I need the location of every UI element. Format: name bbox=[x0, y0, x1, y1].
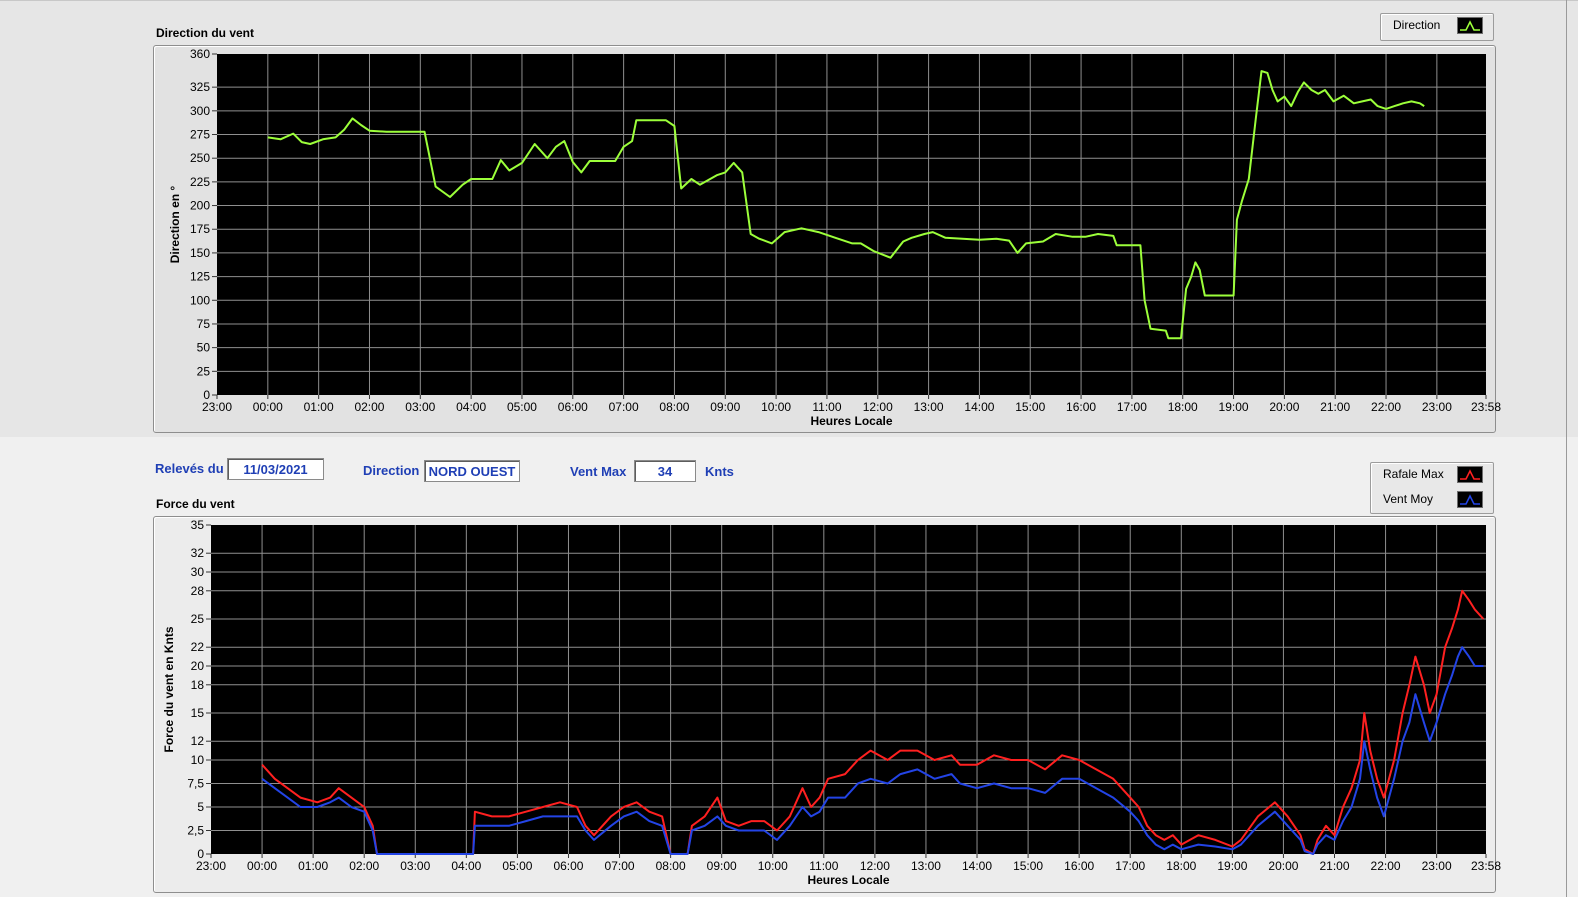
force-y-tick-label: 20 bbox=[191, 659, 205, 673]
force-x-tick-label: 07:00 bbox=[605, 859, 635, 873]
force-y-tick-label: 10 bbox=[191, 753, 205, 767]
force-y-tick-label: 2,5 bbox=[187, 824, 204, 838]
force-y-tick-label: 12 bbox=[191, 734, 205, 748]
force-y-tick-label: 22 bbox=[191, 640, 205, 654]
force-y-tick-label: 28 bbox=[191, 584, 205, 598]
force-y-tick-label: 15 bbox=[191, 706, 205, 720]
force-y-axis-label: Force du vent en Knts bbox=[162, 626, 176, 752]
force-y-tick-label: 0 bbox=[197, 847, 204, 861]
force-x-tick-label: 01:00 bbox=[298, 859, 328, 873]
force-x-tick-label: 00:00 bbox=[247, 859, 277, 873]
force-y-tick-label: 18 bbox=[191, 678, 205, 692]
force-x-tick-label: 23:00 bbox=[196, 859, 226, 873]
force-x-tick-label: 05:00 bbox=[502, 859, 532, 873]
force-x-tick-label: 02:00 bbox=[349, 859, 379, 873]
force-x-tick-label: 13:00 bbox=[911, 859, 941, 873]
force-x-axis-label: Heures Locale bbox=[807, 873, 889, 887]
force-x-tick-label: 03:00 bbox=[400, 859, 430, 873]
force-x-tick-label: 04:00 bbox=[451, 859, 481, 873]
force-x-tick-label: 17:00 bbox=[1115, 859, 1145, 873]
force-x-tick-label: 20:00 bbox=[1268, 859, 1298, 873]
force-chart: 23:00 00:00 01:00 02:00 03:00 04:00 05:00 06:00… bbox=[162, 518, 1501, 887]
force-x-tick-label: 06:00 bbox=[553, 859, 583, 873]
force-x-tick-label: 08:00 bbox=[656, 859, 686, 873]
force-y-tick-label: 35 bbox=[191, 518, 205, 532]
force-x-tick-label: 09:00 bbox=[707, 859, 737, 873]
force-y-tick-label: 7,5 bbox=[187, 777, 204, 791]
force-y-tick-label: 30 bbox=[191, 565, 205, 579]
force-x-tick-label: 18:00 bbox=[1166, 859, 1196, 873]
force-x-tick-label: 19:00 bbox=[1217, 859, 1247, 873]
force-x-tick-label: 23:58 bbox=[1471, 859, 1501, 873]
force-y-tick-label: 25 bbox=[191, 612, 205, 626]
force-x-tick-label: 23:00 bbox=[1422, 859, 1452, 873]
force-x-tick-label: 15:00 bbox=[1013, 859, 1043, 873]
force-x-tick-label: 14:00 bbox=[962, 859, 992, 873]
force-x-tick-label: 16:00 bbox=[1064, 859, 1094, 873]
force-x-tick-label: 12:00 bbox=[860, 859, 890, 873]
force-x-tick-label: 22:00 bbox=[1371, 859, 1401, 873]
force-plot-area bbox=[211, 525, 1486, 854]
force-x-tick-label: 11:00 bbox=[809, 859, 838, 873]
force-x-tick-label: 10:00 bbox=[758, 859, 788, 873]
force-y-tick-label: 32 bbox=[191, 546, 205, 560]
force-y-tick-label: 5 bbox=[197, 800, 204, 814]
force-x-tick-label: 21:00 bbox=[1319, 859, 1349, 873]
